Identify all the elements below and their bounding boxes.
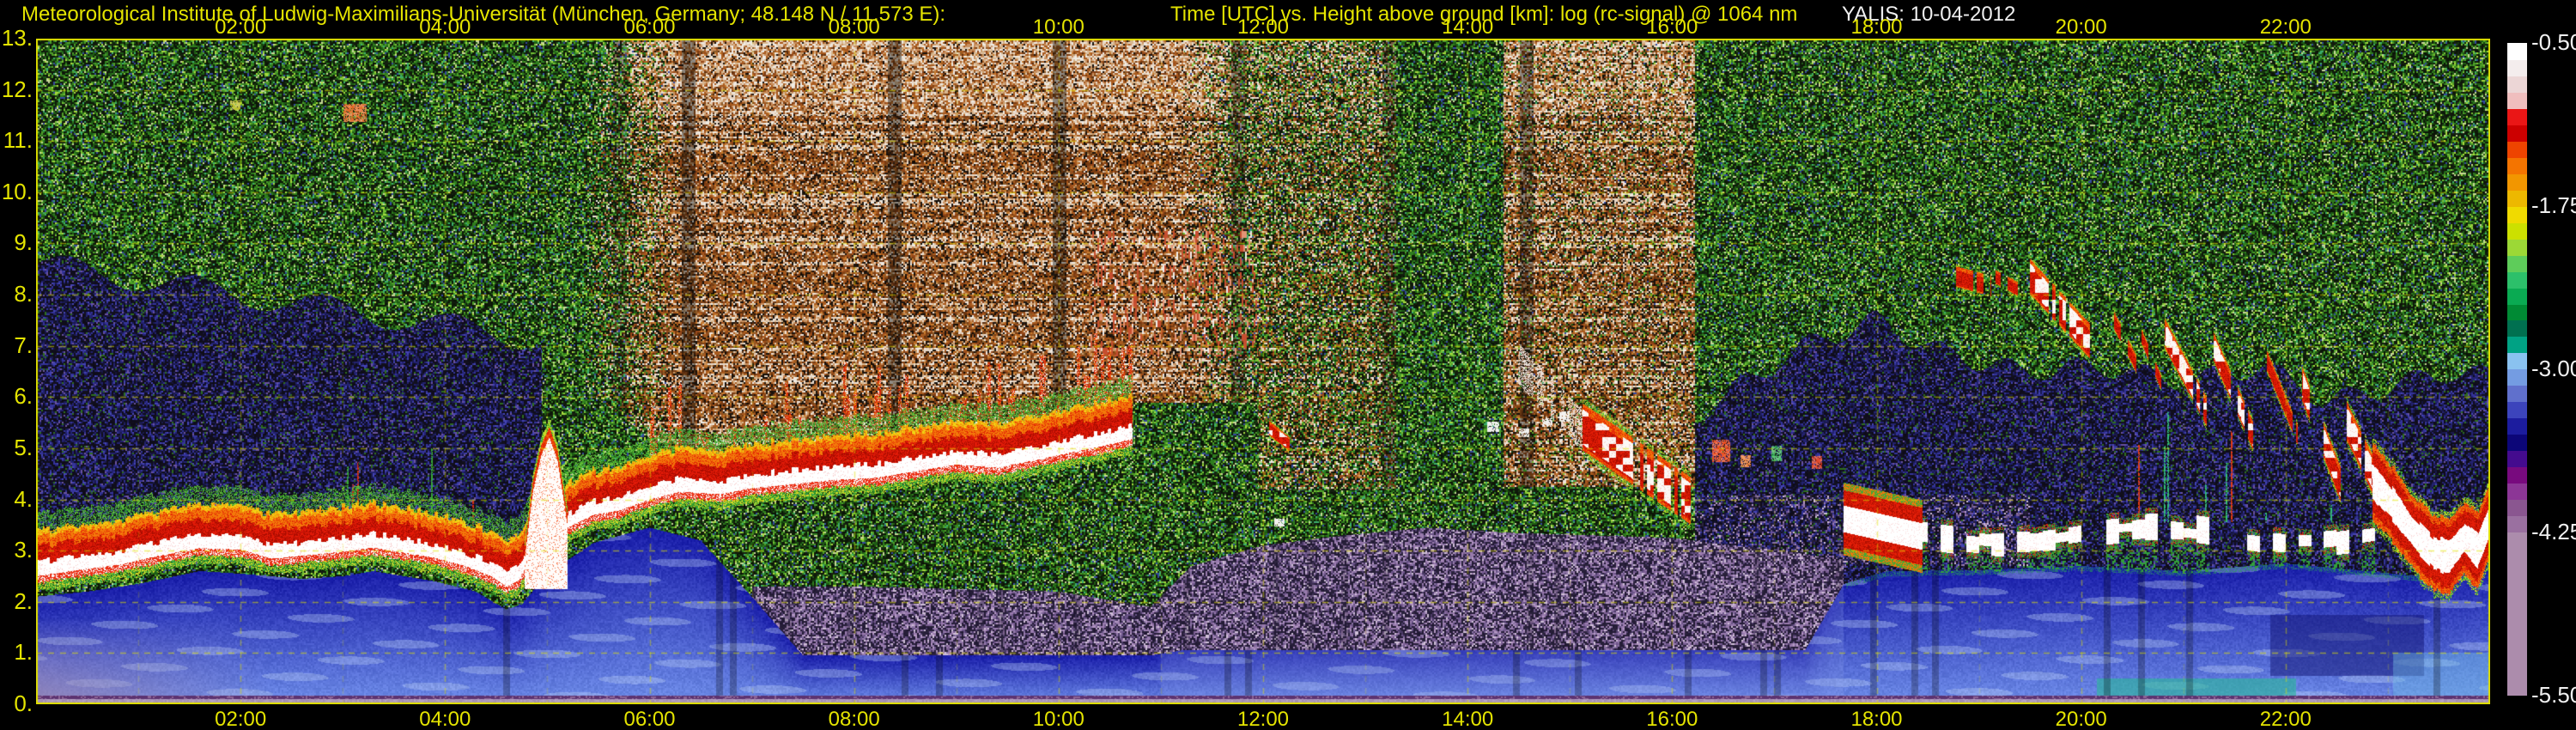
colorbar-segment bbox=[2507, 222, 2527, 240]
colorbar-segment bbox=[2507, 320, 2527, 338]
colorbar-tick-label: -5.50 bbox=[2531, 682, 2576, 708]
colorbar-segment bbox=[2507, 484, 2527, 501]
colorbar-segment bbox=[2507, 157, 2527, 174]
colorbar-segment bbox=[2507, 435, 2527, 452]
x-tick-label: 10:00 bbox=[1032, 15, 1084, 39]
colorbar-segment bbox=[2507, 255, 2527, 272]
lidar-quicklook-page: Meteorological Institute of Ludwig-Maxim… bbox=[0, 0, 2576, 730]
colorbar-segment bbox=[2507, 190, 2527, 207]
colorbar bbox=[2507, 43, 2527, 696]
colorbar-segment bbox=[2507, 141, 2527, 158]
x-tick-label: 02:00 bbox=[215, 708, 267, 730]
x-tick-label: 12:00 bbox=[1236, 15, 1290, 39]
x-tick-label: 16:00 bbox=[1646, 15, 1698, 39]
x-tick-label: 06:00 bbox=[623, 15, 676, 39]
y-tick-label: 13. bbox=[1, 25, 33, 51]
x-tick-label: 12:00 bbox=[1236, 708, 1290, 730]
x-tick-label: 10:00 bbox=[1032, 708, 1084, 730]
colorbar-segment bbox=[2507, 288, 2527, 305]
colorbar-segment bbox=[2507, 125, 2527, 142]
colorbar-segment bbox=[2507, 92, 2527, 109]
colorbar-segment bbox=[2507, 369, 2527, 386]
y-tick-label: 6. bbox=[14, 383, 33, 410]
x-tick-label: 22:00 bbox=[2259, 708, 2312, 730]
colorbar-segment bbox=[2507, 206, 2527, 223]
x-tick-label: 20:00 bbox=[2055, 708, 2107, 730]
colorbar-segment bbox=[2507, 173, 2527, 191]
colorbar-segment bbox=[2507, 418, 2527, 435]
x-tick-label: 04:00 bbox=[419, 15, 471, 39]
colorbar-segment bbox=[2507, 516, 2527, 533]
x-tick-label: 18:00 bbox=[1850, 15, 1903, 39]
y-tick-label: 4. bbox=[14, 485, 33, 512]
colorbar-segment bbox=[2507, 353, 2527, 370]
y-tick-label: 2. bbox=[14, 587, 33, 614]
colorbar-tick-label: -4.25 bbox=[2531, 519, 2576, 544]
colorbar-tick-label: -1.75 bbox=[2531, 192, 2576, 218]
y-tick-label: 1. bbox=[14, 639, 33, 666]
colorbar-segment bbox=[2507, 76, 2527, 93]
x-tick-label: 08:00 bbox=[828, 708, 880, 730]
colorbar-segment bbox=[2507, 271, 2527, 289]
x-tick-label: 20:00 bbox=[2055, 15, 2107, 39]
colorbar-tick-label: -0.50 bbox=[2531, 29, 2576, 55]
colorbar-segment bbox=[2507, 402, 2527, 419]
colorbar-segment bbox=[2507, 337, 2527, 354]
colorbar-segment bbox=[2507, 386, 2527, 403]
x-tick-label: 04:00 bbox=[419, 708, 471, 730]
x-tick-label: 06:00 bbox=[623, 708, 676, 730]
y-tick-label: 10. bbox=[1, 178, 33, 204]
colorbar-segment bbox=[2507, 43, 2527, 60]
colorbar-tick-label: -3.00 bbox=[2531, 356, 2576, 381]
colorbar-segment bbox=[2507, 59, 2527, 76]
x-tick-label: 14:00 bbox=[1442, 708, 1494, 730]
colorbar-segment bbox=[2507, 239, 2527, 256]
colorbar-segment bbox=[2507, 108, 2527, 125]
y-tick-label: 0. bbox=[14, 690, 33, 716]
y-tick-label: 12. bbox=[1, 76, 33, 102]
colorbar-segment bbox=[2507, 467, 2527, 484]
colorbar-segment bbox=[2507, 304, 2527, 321]
y-tick-label: 5. bbox=[14, 434, 33, 460]
x-tick-label: 02:00 bbox=[215, 15, 267, 39]
colorbar-segment bbox=[2507, 532, 2527, 696]
y-tick-label: 8. bbox=[14, 281, 33, 307]
x-tick-label: 18:00 bbox=[1850, 708, 1903, 730]
colorbar-segment bbox=[2507, 500, 2527, 517]
y-tick-label: 7. bbox=[14, 332, 33, 358]
colorbar-segment bbox=[2507, 451, 2527, 468]
y-tick-label: 9. bbox=[14, 229, 33, 256]
x-tick-label: 08:00 bbox=[828, 15, 880, 39]
lidar-heatmap bbox=[36, 39, 2490, 704]
x-tick-label: 14:00 bbox=[1442, 15, 1494, 39]
x-tick-label: 22:00 bbox=[2259, 15, 2312, 39]
x-tick-label: 16:00 bbox=[1646, 708, 1698, 730]
y-tick-label: 3. bbox=[14, 537, 33, 563]
y-tick-label: 11. bbox=[3, 127, 33, 154]
